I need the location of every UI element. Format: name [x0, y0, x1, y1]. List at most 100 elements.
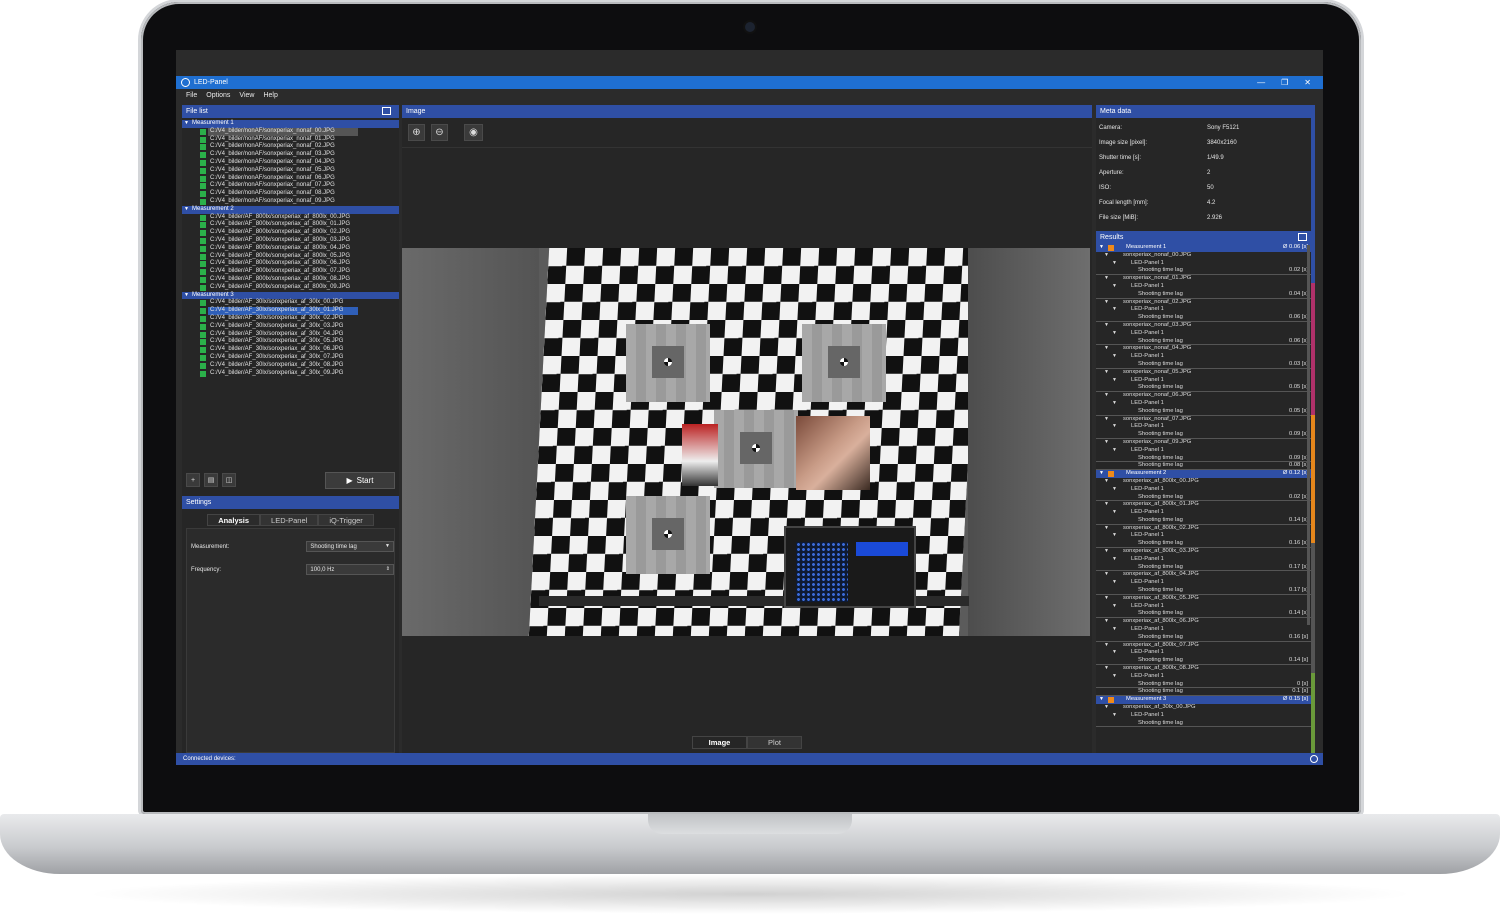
checkbox-checked-icon[interactable]: [200, 339, 206, 346]
checkbox-checked-icon[interactable]: [200, 300, 206, 307]
file-row[interactable]: C:/V4_bilder/AF_30lx/sonxperiax_af_30lx_…: [182, 354, 399, 362]
menu-help[interactable]: Help: [263, 92, 277, 99]
result-group[interactable]: ▼ Measurement 2 Ø 0.12 [s]: [1096, 470, 1315, 478]
checkbox-checked-icon[interactable]: [200, 253, 206, 260]
chevron-down-icon[interactable]: ▼: [1112, 532, 1117, 540]
checkbox-checked-icon[interactable]: [200, 308, 206, 315]
file-row[interactable]: C:/V4_bilder/nonAF/sonxperiax_nonaf_09.J…: [182, 198, 399, 206]
chevron-down-icon[interactable]: ▼: [1104, 322, 1109, 330]
zoom-in-icon[interactable]: ⊕: [408, 124, 425, 141]
chevron-down-icon[interactable]: ▼: [1104, 595, 1109, 603]
chevron-down-icon[interactable]: ▼: [1104, 665, 1109, 673]
chevron-down-icon[interactable]: ▼: [1112, 353, 1117, 361]
checkbox-checked-icon[interactable]: [200, 284, 206, 291]
chevron-down-icon[interactable]: ▼: [1112, 330, 1117, 338]
file-row[interactable]: C:/V4_bilder/AF_800lx/sonxperiax_af_800l…: [182, 260, 399, 268]
chevron-down-icon[interactable]: ▼: [1099, 470, 1104, 478]
chevron-down-icon[interactable]: ▼: [1104, 416, 1109, 424]
checkbox-checked-icon[interactable]: [200, 370, 206, 377]
file-row[interactable]: C:/V4_bilder/AF_800lx/sonxperiax_af_800l…: [182, 253, 399, 261]
start-button[interactable]: ▶ Start: [325, 471, 395, 489]
chevron-down-icon[interactable]: ▼: [1112, 377, 1117, 385]
file-row[interactable]: C:/V4_bilder/AF_30lx/sonxperiax_af_30lx_…: [182, 370, 399, 378]
chevron-down-icon[interactable]: ▼: [184, 206, 189, 214]
chevron-down-icon[interactable]: ▼: [1099, 696, 1104, 704]
file-row[interactable]: C:/V4_bilder/AF_30lx/sonxperiax_af_30lx_…: [182, 315, 399, 323]
chevron-down-icon[interactable]: ▼: [1112, 712, 1117, 720]
checkbox-checked-icon[interactable]: [200, 347, 206, 354]
menu-file[interactable]: File: [186, 92, 197, 99]
chevron-down-icon[interactable]: ▼: [184, 120, 189, 128]
checkbox-checked-icon[interactable]: [200, 144, 206, 151]
open-file-icon[interactable]: ▤: [204, 473, 218, 487]
chevron-down-icon[interactable]: ▼: [1104, 501, 1109, 509]
chevron-down-icon[interactable]: ▼: [1104, 252, 1109, 260]
result-group[interactable]: ▼ Measurement 1 Ø 0.06 [s]: [1096, 244, 1315, 252]
checkbox-checked-icon[interactable]: [200, 167, 206, 174]
eye-icon[interactable]: ◉: [464, 124, 483, 141]
tab-image[interactable]: Image: [692, 736, 747, 749]
chevron-down-icon[interactable]: ▼: [1112, 423, 1117, 431]
file-row[interactable]: C:/V4_bilder/nonAF/sonxperiax_nonaf_05.J…: [182, 167, 399, 175]
chevron-down-icon[interactable]: ▼: [1112, 486, 1117, 494]
checkbox-checked-icon[interactable]: [200, 152, 206, 159]
file-row[interactable]: C:/V4_bilder/nonAF/sonxperiax_nonaf_00.J…: [200, 127, 358, 136]
checkbox-checked-icon[interactable]: [200, 128, 206, 135]
checkbox-checked-icon[interactable]: [200, 175, 206, 182]
checkbox-checked-icon[interactable]: [200, 354, 206, 361]
zoom-out-icon[interactable]: ⊖: [431, 124, 448, 141]
chevron-down-icon[interactable]: ▼: [1112, 603, 1117, 611]
chevron-down-icon[interactable]: ▼: [1112, 649, 1117, 657]
file-row[interactable]: C:/V4_bilder/AF_800lx/sonxperiax_af_800l…: [182, 245, 399, 253]
undock-icon[interactable]: [1298, 233, 1307, 241]
tab-led-panel[interactable]: LED-Panel: [260, 514, 319, 526]
file-row[interactable]: C:/V4_bilder/AF_800lx/sonxperiax_af_800l…: [182, 229, 399, 237]
chevron-down-icon[interactable]: ▼: [1104, 299, 1109, 307]
results-scrollbar[interactable]: [1307, 245, 1310, 625]
chevron-down-icon[interactable]: ▼: [1104, 642, 1109, 650]
chevron-down-icon[interactable]: ▼: [1112, 283, 1117, 291]
chevron-down-icon[interactable]: ▼: [1112, 626, 1117, 634]
measurement-group[interactable]: ▼ Measurement 2: [182, 205, 399, 214]
chevron-down-icon[interactable]: ▼: [184, 292, 189, 300]
chevron-down-icon[interactable]: ▼: [1112, 260, 1117, 268]
checkbox-checked-icon[interactable]: [200, 214, 206, 221]
file-row[interactable]: C:/V4_bilder/AF_30lx/sonxperiax_af_30lx_…: [182, 323, 399, 331]
file-row[interactable]: C:/V4_bilder/nonAF/sonxperiax_nonaf_07.J…: [182, 182, 399, 190]
measurement-select[interactable]: Shooting time lag ▼: [306, 541, 394, 552]
test-chart-image[interactable]: [402, 248, 1090, 636]
result-group[interactable]: ▼ Measurement 3 Ø 0.15 [s]: [1096, 696, 1315, 705]
file-row[interactable]: C:/V4_bilder/nonAF/sonxperiax_nonaf_04.J…: [182, 159, 399, 167]
add-file-icon[interactable]: +: [186, 473, 200, 487]
checkbox-checked-icon[interactable]: [200, 159, 206, 166]
chevron-down-icon[interactable]: ▼: [1112, 306, 1117, 314]
checkbox-checked-icon[interactable]: [200, 136, 206, 143]
checkbox-checked-icon[interactable]: [200, 183, 206, 190]
tab-analysis[interactable]: Analysis: [207, 514, 261, 526]
menu-view[interactable]: View: [239, 92, 254, 99]
file-row[interactable]: C:/V4_bilder/nonAF/sonxperiax_nonaf_01.J…: [182, 136, 399, 144]
chevron-down-icon[interactable]: ▼: [1104, 369, 1109, 377]
chevron-down-icon[interactable]: ▼: [1099, 244, 1104, 252]
checkbox-checked-icon[interactable]: [200, 269, 206, 276]
checkbox-checked-icon[interactable]: [200, 230, 206, 237]
checkbox-checked-icon[interactable]: [200, 276, 206, 283]
chevron-down-icon[interactable]: ▼: [1104, 704, 1109, 712]
chevron-down-icon[interactable]: ▼: [1112, 400, 1117, 408]
file-row[interactable]: C:/V4_bilder/AF_800lx/sonxperiax_af_800l…: [182, 221, 399, 229]
checkbox-checked-icon[interactable]: [200, 261, 206, 268]
spin-arrows-icon[interactable]: ⇕: [386, 566, 390, 572]
file-row[interactable]: C:/V4_bilder/AF_30lx/sonxperiax_af_30lx_…: [182, 338, 399, 346]
chevron-down-icon[interactable]: ▼: [1112, 509, 1117, 517]
menu-options[interactable]: Options: [206, 92, 230, 99]
checkbox-checked-icon[interactable]: [200, 222, 206, 229]
file-row[interactable]: C:/V4_bilder/AF_30lx/sonxperiax_af_30lx_…: [182, 331, 399, 339]
file-row[interactable]: C:/V4_bilder/AF_30lx/sonxperiax_af_30lx_…: [182, 346, 399, 354]
file-row[interactable]: C:/V4_bilder/AF_800lx/sonxperiax_af_800l…: [182, 268, 399, 276]
checkbox-checked-icon[interactable]: [200, 331, 206, 338]
file-row[interactable]: C:/V4_bilder/AF_800lx/sonxperiax_af_800l…: [182, 214, 399, 222]
delete-icon[interactable]: ◫: [222, 473, 236, 487]
chevron-down-icon[interactable]: ▼: [1104, 275, 1109, 283]
file-row[interactable]: C:/V4_bilder/AF_800lx/sonxperiax_af_800l…: [182, 284, 399, 292]
checkbox-checked-icon[interactable]: [200, 237, 206, 244]
